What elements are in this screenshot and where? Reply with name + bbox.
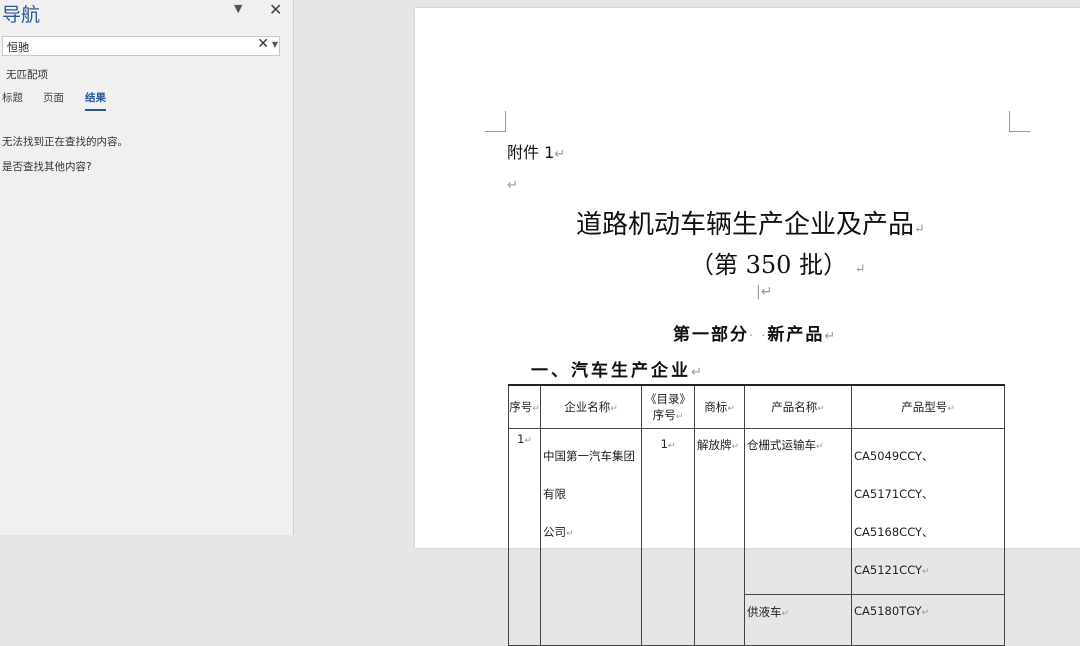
section-heading[interactable]: 一、汽车生产企业↵ <box>531 356 705 381</box>
header-cell: 产品名称↵ <box>744 384 852 429</box>
product-name-cell[interactable]: 供液车↵ <box>744 594 852 646</box>
search-input[interactable] <box>7 39 247 54</box>
search-box[interactable]: ✕ ▼ <box>2 36 280 56</box>
header-cell: 产品型号↵ <box>851 384 1005 429</box>
product-model-cell[interactable]: CA5180TGY↵ <box>851 594 1005 646</box>
search-options-icon[interactable]: ▼ <box>272 40 278 49</box>
product-model-cell[interactable]: CA5049CCY、CA5171CCY、 CA5168CCY、CA5121CCY↵ <box>851 428 1005 595</box>
table-row[interactable]: 1↵ 中国第一汽车集团有限 公司↵ 1↵ 解放牌↵ 仓栅式运输车↵ CA5049C… <box>508 428 1005 646</box>
header-cell: 企业名称↵ <box>540 384 642 429</box>
part-heading[interactable]: 第一部分· ·新产品↵ <box>673 320 837 345</box>
row-number-cell[interactable]: 1↵ <box>508 428 541 646</box>
document-page[interactable]: 附件 1↵ ↵ 道路机动车辆生产企业及产品↵ （第 350 批） ↵ |↵ 第一… <box>415 8 1080 646</box>
tab-pages[interactable]: 页面 <box>43 90 64 105</box>
document-title[interactable]: 道路机动车辆生产企业及产品↵ <box>576 204 925 241</box>
tab-headings[interactable]: 标题 <box>2 90 23 105</box>
nav-pane-title: 导航 <box>2 4 41 26</box>
attachment-label[interactable]: 附件 1↵ <box>507 139 565 163</box>
document-batch[interactable]: （第 350 批） ↵ <box>690 245 866 280</box>
brand-cell[interactable]: 解放牌↵ <box>694 428 745 646</box>
chevron-down-icon[interactable]: ▼ <box>234 2 242 15</box>
company-cell[interactable]: 中国第一汽车集团有限 公司↵ <box>540 428 642 646</box>
paragraph-mark: ↵ <box>507 178 518 193</box>
close-icon[interactable]: ✕ <box>269 0 282 19</box>
catalog-number-cell[interactable]: 1↵ <box>641 428 695 646</box>
clear-search-icon[interactable]: ✕ <box>257 36 269 52</box>
not-found-message: 无法找到正在查找的内容。 <box>2 136 128 148</box>
text-cursor: |↵ <box>756 284 773 300</box>
product-name-cell[interactable]: 仓栅式运输车↵ <box>744 428 852 595</box>
crop-mark-top-right <box>1009 111 1030 132</box>
no-match-label: 无匹配项 <box>6 69 48 81</box>
header-cell: 商标↵ <box>694 384 745 429</box>
search-other-message: 是否查找其他内容? <box>2 161 92 173</box>
header-cell: 序号↵ <box>508 384 541 429</box>
navigation-pane: 导航 ▼ ✕ ✕ ▼ 无匹配项 标题 页面 结果 无法找到正在查找的内容。 是否… <box>0 0 294 535</box>
header-cell: 《目录》序号↵ <box>641 384 695 429</box>
table-header-row: 序号↵ 企业名称↵ 《目录》序号↵ 商标↵ 产品名称↵ 产品型号↵ <box>508 384 1005 429</box>
crop-mark-top-left <box>485 111 506 132</box>
products-table[interactable]: 序号↵ 企业名称↵ 《目录》序号↵ 商标↵ 产品名称↵ 产品型号↵ 1↵ 中国第… <box>508 384 1005 646</box>
tab-results[interactable]: 结果 <box>85 90 106 111</box>
